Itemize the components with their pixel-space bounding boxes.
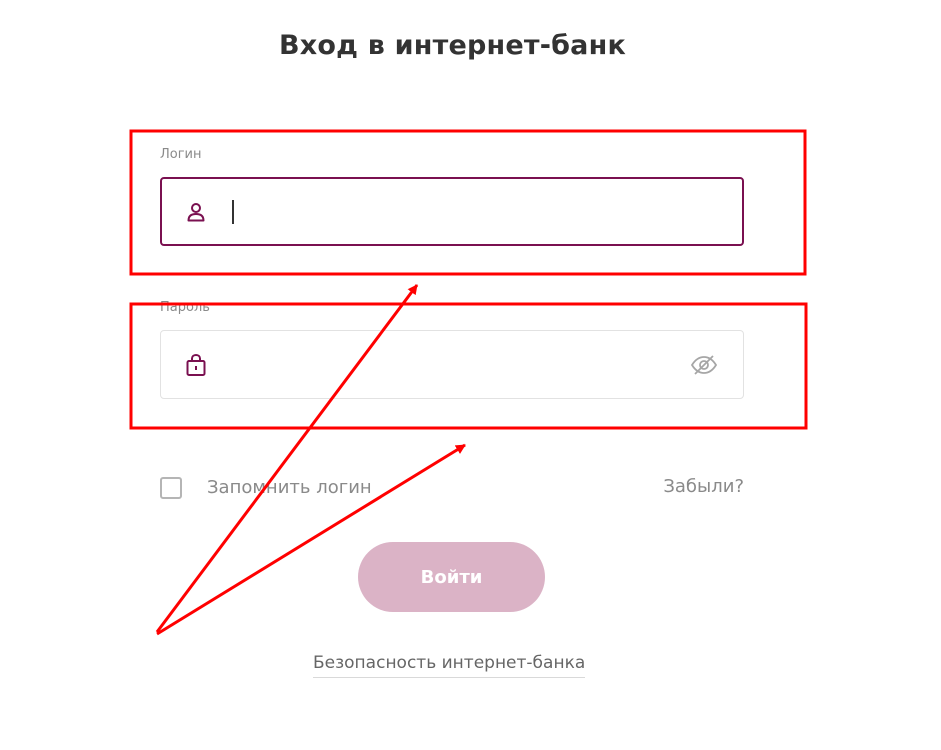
- password-input[interactable]: [237, 343, 681, 387]
- remember-label[interactable]: Запомнить логин: [207, 477, 372, 498]
- eye-slash-icon[interactable]: [690, 353, 718, 377]
- forgot-link[interactable]: Забыли?: [663, 476, 744, 497]
- login-field[interactable]: [160, 177, 744, 246]
- text-caret: [232, 200, 234, 224]
- login-input[interactable]: [238, 191, 682, 235]
- remember-checkbox[interactable]: [160, 477, 182, 499]
- security-link[interactable]: Безопасность интернет-банка: [313, 653, 586, 678]
- page-title: Вход в интернет-банк: [279, 30, 626, 61]
- user-icon: [187, 203, 205, 222]
- password-field[interactable]: [160, 330, 744, 399]
- login-label: Логин: [160, 147, 202, 162]
- lock-icon: [186, 353, 206, 376]
- login-button[interactable]: Войти: [358, 542, 545, 612]
- password-label: Пароль: [160, 300, 210, 315]
